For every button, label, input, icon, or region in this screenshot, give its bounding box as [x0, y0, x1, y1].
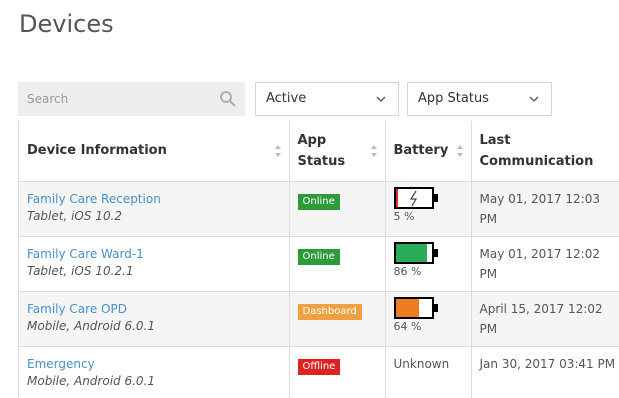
last-communication-time: April 15, 2017 12:02 PM	[480, 299, 619, 339]
battery-cell: Unknown	[385, 346, 472, 398]
battery-cell: 64 %	[385, 291, 472, 347]
table-row[interactable]: Family Care Reception Tablet, iOS 10.2 Onl…	[19, 181, 619, 237]
last-communication-time: Jan 30, 2017 03:41 PM	[480, 354, 619, 374]
app-status-cell: Offline	[289, 346, 386, 398]
device-platform: Tablet, iOS 10.2	[27, 208, 123, 223]
device-platform: Tablet, iOS 10.2.1	[27, 263, 134, 278]
last-communication-line: May 01, 2017 12:03	[479, 191, 600, 206]
device-name-link[interactable]: Family Care OPD	[27, 302, 281, 317]
battery-unknown-text: Unknown	[393, 356, 450, 371]
last-communication-line: PM	[479, 266, 498, 281]
col-header-label: Communication	[479, 153, 594, 169]
chevron-down-icon	[376, 96, 386, 102]
last-communication-cell: April 15, 2017 12:02 PM	[471, 291, 619, 347]
battery-percent: 64 %	[393, 319, 422, 333]
last-communication-cell: May 01, 2017 12:02 PM	[471, 236, 619, 292]
col-header-label: Status	[297, 153, 346, 169]
last-communication-time: May 01, 2017 12:02 PM	[480, 244, 619, 284]
device-info-cell: Family Care OPD Mobile, Android 6.0.1	[19, 291, 290, 347]
col-header-battery[interactable]: Battery	[385, 121, 472, 182]
last-communication-time: May 01, 2017 12:03 PM	[480, 189, 619, 229]
device-info-cell: Family Care Ward-1 Tablet, iOS 10.2.1	[19, 236, 290, 292]
last-communication-cell: Jan 30, 2017 03:41 PM	[471, 346, 619, 398]
battery-percent: 86 %	[393, 264, 422, 278]
status-badge: Dashboard	[297, 303, 362, 320]
battery-cell: 86 %	[385, 236, 472, 292]
search-input[interactable]	[18, 82, 227, 116]
chevron-down-icon	[529, 96, 539, 102]
search-icon[interactable]	[219, 90, 237, 108]
status-select-value: Active	[266, 91, 307, 106]
sort-icon	[456, 144, 463, 157]
battery-icon	[393, 241, 438, 264]
col-header-device-information[interactable]: Device Information	[19, 121, 290, 182]
sort-icon	[274, 144, 281, 157]
device-info-cell: Family Care Reception Tablet, iOS 10.2	[19, 181, 290, 237]
app-status-cell: Online	[289, 181, 386, 237]
device-name-link[interactable]: Family Care Ward-1	[27, 247, 281, 262]
status-badge: Online	[297, 193, 340, 210]
device-info-cell: Emergency Mobile, Android 6.0.1	[19, 346, 290, 398]
last-communication-line: PM	[479, 211, 498, 226]
col-header-last-communication[interactable]: Last Communication	[471, 121, 619, 182]
last-communication-line: May 01, 2017 12:02	[479, 246, 600, 261]
battery-icon	[393, 186, 438, 209]
col-header-label: Last	[479, 132, 511, 148]
app-status-select[interactable]: App Status	[407, 82, 552, 116]
search-box	[18, 82, 245, 116]
device-name-link[interactable]: Family Care Reception	[27, 192, 281, 207]
app-status-cell: Online	[289, 236, 386, 292]
col-header-label: App	[297, 132, 327, 148]
last-communication-line: PM	[479, 321, 498, 336]
app-status-select-value: App Status	[418, 91, 489, 106]
last-communication-line: April 15, 2017 12:02	[479, 301, 603, 316]
status-select[interactable]: Active	[255, 82, 399, 116]
col-header-label: Battery	[393, 143, 449, 159]
status-badge: Offline	[297, 358, 341, 375]
app-status-cell: Dashboard	[289, 291, 386, 347]
table-row[interactable]: Emergency Mobile, Android 6.0.1 Offline Unk…	[19, 346, 619, 398]
page-title: Devices	[19, 10, 114, 38]
device-platform: Mobile, Android 6.0.1	[27, 373, 155, 388]
device-name-link[interactable]: Emergency	[27, 357, 281, 372]
battery-percent: 5 %	[393, 209, 415, 223]
sort-icon	[370, 144, 377, 157]
battery-cell: 5 %	[385, 181, 472, 237]
devices-table-container: Device Information App Status Battery La…	[18, 121, 619, 398]
col-header-label: Device Information	[27, 143, 167, 159]
devices-table: Device Information App Status Battery La…	[19, 121, 619, 398]
device-platform: Mobile, Android 6.0.1	[27, 318, 155, 333]
status-badge: Online	[297, 248, 340, 265]
last-communication-line: Jan 30, 2017 03:41 PM	[479, 356, 616, 371]
col-header-app-status[interactable]: App Status	[289, 121, 386, 182]
table-row[interactable]: Family Care Ward-1 Tablet, iOS 10.2.1 Onli…	[19, 236, 619, 292]
table-row[interactable]: Family Care OPD Mobile, Android 6.0.1 Dash…	[19, 291, 619, 347]
last-communication-cell: May 01, 2017 12:03 PM	[471, 181, 619, 237]
battery-icon	[393, 296, 438, 319]
